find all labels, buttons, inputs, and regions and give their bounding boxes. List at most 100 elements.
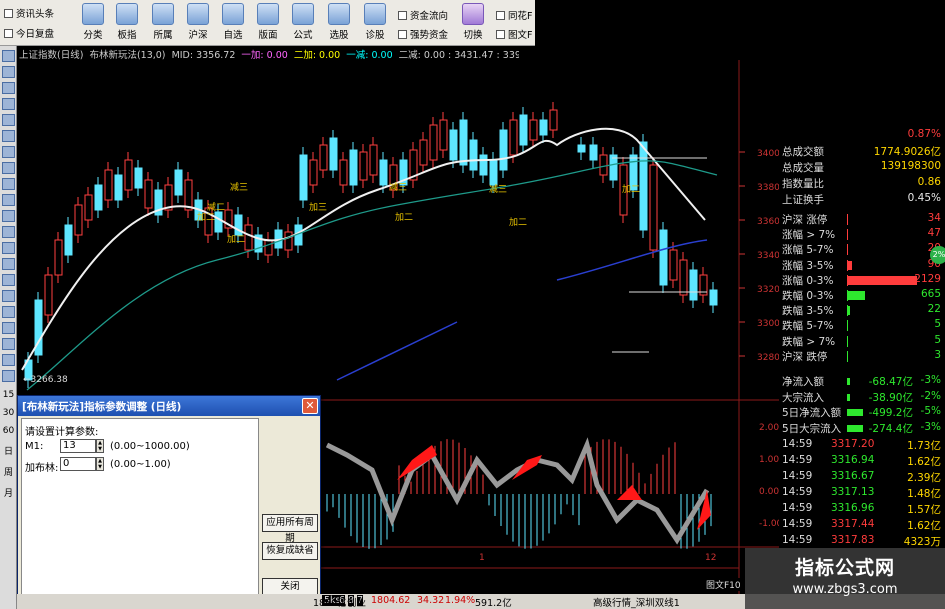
- tool-icon[interactable]: [2, 114, 15, 126]
- layout-button[interactable]: 版面: [251, 3, 285, 45]
- m1-spinner[interactable]: ▲ ▼: [96, 439, 104, 453]
- lower-tick: 0.00: [759, 487, 779, 497]
- period-day[interactable]: 日: [1, 444, 16, 457]
- marker-jia-er: 加二: [509, 217, 527, 228]
- bulin-input[interactable]: 0: [60, 457, 96, 471]
- breadth-row: 涨幅 3-5% 90: [782, 257, 941, 272]
- close-icon[interactable]: ✕: [302, 398, 318, 414]
- watermark-url: www.zbgs3.com: [792, 582, 898, 597]
- stock-select-button[interactable]: 选股: [322, 3, 356, 45]
- tool-icon[interactable]: [2, 178, 15, 190]
- period-week[interactable]: 周: [1, 465, 16, 478]
- mid-value: MID: 3356.72: [171, 50, 236, 60]
- tool-icon[interactable]: [2, 66, 15, 78]
- dialog-titlebar[interactable]: [布林新玩法]指标参数调整 (日线) ✕: [18, 396, 320, 416]
- candle-body: [429, 124, 438, 161]
- lower-indicator: [325, 437, 712, 549]
- tool-icon[interactable]: [2, 98, 15, 110]
- tool-icon[interactable]: [2, 306, 15, 318]
- candle-body: [679, 259, 688, 296]
- candle-body: [349, 149, 358, 186]
- period-60[interactable]: 60: [1, 426, 16, 436]
- lower-tick: 1.00: [759, 455, 779, 465]
- breadth-row: 跌幅 0-3% 665: [782, 288, 941, 302]
- m1-input[interactable]: 13: [60, 439, 96, 453]
- strong-capital-checkbox[interactable]: 强势资金: [398, 27, 448, 41]
- restore-default-button[interactable]: 恢复成缺省: [262, 542, 318, 560]
- tuwen-f10-tab[interactable]: 图文F10: [706, 578, 741, 591]
- candle-body: [54, 239, 63, 276]
- market-stats-panel: 0.87% 总成交额 1774.9026亿 总成交量 139198300 指数量比 0.86…: [779, 128, 945, 556]
- tool-icon[interactable]: [2, 274, 15, 286]
- tool-icon[interactable]: [2, 50, 15, 62]
- tool-icon[interactable]: [2, 210, 15, 222]
- indicator-line-gray: [325, 437, 710, 545]
- stat-row: 总成交额 1774.9026亿: [782, 146, 941, 158]
- period-30[interactable]: 30: [1, 408, 16, 418]
- flow-row: 大宗流入 -38.90亿 -2%: [782, 389, 941, 404]
- indicator-name: 布林新玩法(13,0): [89, 50, 166, 60]
- tool-icon[interactable]: [2, 194, 15, 206]
- status-circle[interactable]: 2%: [930, 246, 945, 264]
- tool-icon[interactable]: [2, 258, 15, 270]
- period-15[interactable]: 15: [1, 390, 16, 400]
- candle-body: [419, 139, 428, 166]
- tool-icon[interactable]: [2, 322, 15, 334]
- date-tick: 1: [479, 553, 485, 563]
- jian1-value: 一减: 0.00: [346, 50, 393, 60]
- stat-row: 总成交量 139198300: [782, 160, 941, 174]
- status-pct: 1.94%: [445, 595, 476, 606]
- breadth-row: 沪深 涨停 34: [782, 212, 941, 226]
- candle-body: [669, 249, 678, 281]
- breadth-row: 跌幅 3-5% 22: [782, 303, 941, 318]
- status-amount: 591.2亿: [475, 598, 512, 609]
- hushen-button[interactable]: 沪深: [181, 3, 215, 45]
- category-button[interactable]: 分类: [76, 3, 110, 45]
- tonghuashun-checkbox[interactable]: 同花F: [496, 8, 532, 22]
- tick-row: 14:59 3317.44 1.62亿: [782, 518, 941, 532]
- tool-icon[interactable]: [2, 242, 15, 254]
- dialog-prompt: 请设置计算参数:: [25, 427, 99, 438]
- jian2-value: 二减: 0.00 : 3431.47 : 3395.66 : 3281.98 :…: [398, 50, 519, 60]
- apply-all-periods-button[interactable]: 应用所有周期: [262, 514, 318, 544]
- tool-icon[interactable]: [2, 162, 15, 174]
- candle-body: [124, 159, 133, 191]
- low-price-label: ←3266.38: [23, 375, 68, 385]
- review-checkbox[interactable]: 今日复盘: [4, 26, 54, 40]
- tool-icon[interactable]: [2, 290, 15, 302]
- candle-body: [244, 224, 253, 251]
- bulin-spinner[interactable]: ▲ ▼: [96, 457, 104, 471]
- candle-body: [284, 231, 293, 251]
- watermark: 指标公式网 www.zbgs3.com: [745, 548, 945, 609]
- dollar-icon: [328, 3, 350, 25]
- tick-row: 14:59 3316.94 1.62亿: [782, 454, 941, 468]
- period-month[interactable]: 月: [1, 486, 16, 499]
- watchlist-button[interactable]: 自选: [216, 3, 250, 45]
- price-tick: 3300: [757, 319, 779, 329]
- tool-icon[interactable]: [2, 370, 15, 382]
- m1-range: (0.00~1000.00): [110, 441, 190, 452]
- jia2-value: 二加: 0.00: [293, 50, 341, 60]
- capital-flow-checkbox[interactable]: 资金流向: [398, 8, 448, 22]
- candle-body: [529, 119, 538, 141]
- tool-icon[interactable]: [2, 338, 15, 350]
- flow-row: 5日大宗流入 -274.4亿 -3%: [782, 420, 941, 435]
- board-index-button[interactable]: 板指: [110, 3, 144, 45]
- breadth-bar: [847, 291, 865, 300]
- tool-icon[interactable]: [2, 146, 15, 158]
- candle-body: [539, 119, 548, 136]
- candle-body: [64, 224, 73, 256]
- tuwen-checkbox[interactable]: 图文F: [496, 27, 532, 41]
- tool-icon[interactable]: [2, 82, 15, 94]
- formula-button[interactable]: 公式: [286, 3, 320, 45]
- candle-body: [459, 119, 468, 166]
- tool-icon[interactable]: [2, 130, 15, 142]
- tool-icon[interactable]: [2, 226, 15, 238]
- diagnose-button[interactable]: 诊股: [358, 3, 392, 45]
- stat-row: 上证换手 0.45%: [782, 192, 941, 206]
- belong-button[interactable]: 所属: [146, 3, 180, 45]
- switch-button[interactable]: 切换: [456, 3, 490, 45]
- tool-icon[interactable]: [2, 354, 15, 366]
- lower-axis: 2.00 1.00 0.00 -1.00: [759, 423, 779, 529]
- news-checkbox[interactable]: 资讯头条: [4, 6, 54, 20]
